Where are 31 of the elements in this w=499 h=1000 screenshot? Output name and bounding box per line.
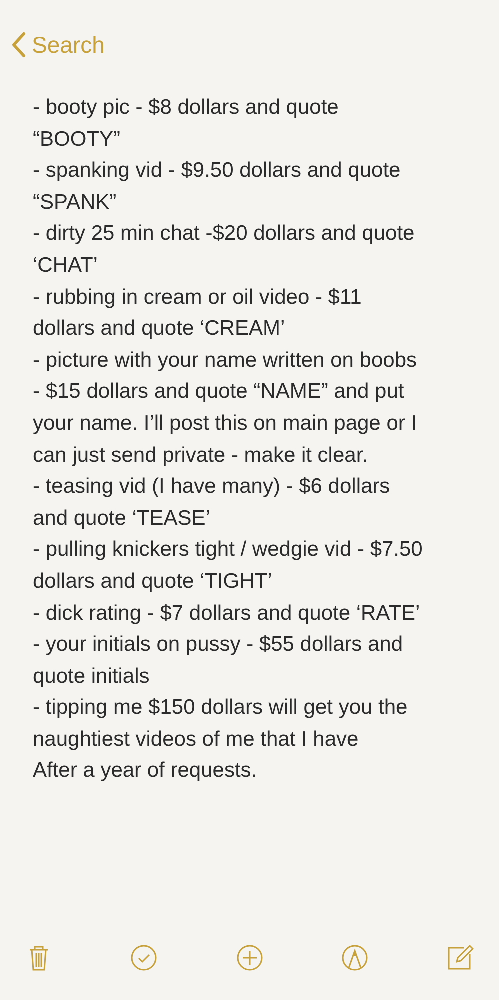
checkmark-circle-icon [130, 943, 158, 973]
note-text-line: After a year of requests. [33, 758, 258, 784]
note-text-line: dollars and quote ‘CREAM’ [33, 316, 286, 342]
compose-icon [446, 943, 474, 973]
note-text-line: dollars and quote ‘TIGHT’ [33, 568, 272, 595]
pen-tip-circle-icon [340, 943, 369, 973]
note-text-line: - dick rating - $7 dollars and quote ‘RATE’ [33, 600, 420, 626]
note-text-line: your name. I’ll post this on main page or I [33, 410, 418, 437]
note-text-line: - dirty 25 min chat -$20 dollars and quote [33, 221, 415, 248]
back-link[interactable]: Search [12, 28, 105, 66]
note-text-line: - rubbing in cream or oil video - $11 [33, 284, 362, 311]
note-text-line: can just send private - make it clear. [33, 442, 368, 469]
add-circle-button[interactable] [234, 943, 264, 973]
note-text-line: ‘CHAT’ [33, 252, 98, 279]
note-text-line: - pulling knickers tight / wedgie vid - $7.50 [33, 537, 423, 564]
note-text-line: “SPANK” [33, 190, 117, 216]
note-text-line: - $15 dollars and quote “NAME” and put [33, 379, 404, 406]
note-text-line: - picture with your name written on boobs [33, 348, 418, 374]
add-circle-icon [236, 943, 264, 973]
note-text-line: and quote ‘TEASE’ [33, 506, 210, 532]
note-text-line: - booty pic - $8 dollars and quote [33, 95, 339, 121]
note-text-line: - spanking vid - $9.50 dollars and quote [33, 158, 401, 184]
note-text-line: - teasing vid (I have many) - $6 dollars [33, 474, 390, 500]
note-text-line: “BOOTY” [33, 126, 120, 153]
checkmark-circle-button[interactable] [129, 943, 160, 973]
note-text-line: naughtiest videos of me that I have [33, 726, 359, 753]
note-text-line: - tipping me $150 dollars will get you the [33, 695, 408, 722]
note-text-line: quote initials [33, 664, 150, 690]
pen-tip-circle-button[interactable] [340, 943, 370, 973]
chevron-left-icon [12, 32, 26, 58]
note-text-line: - your initials on pussy - $55 dollars and [33, 632, 404, 658]
